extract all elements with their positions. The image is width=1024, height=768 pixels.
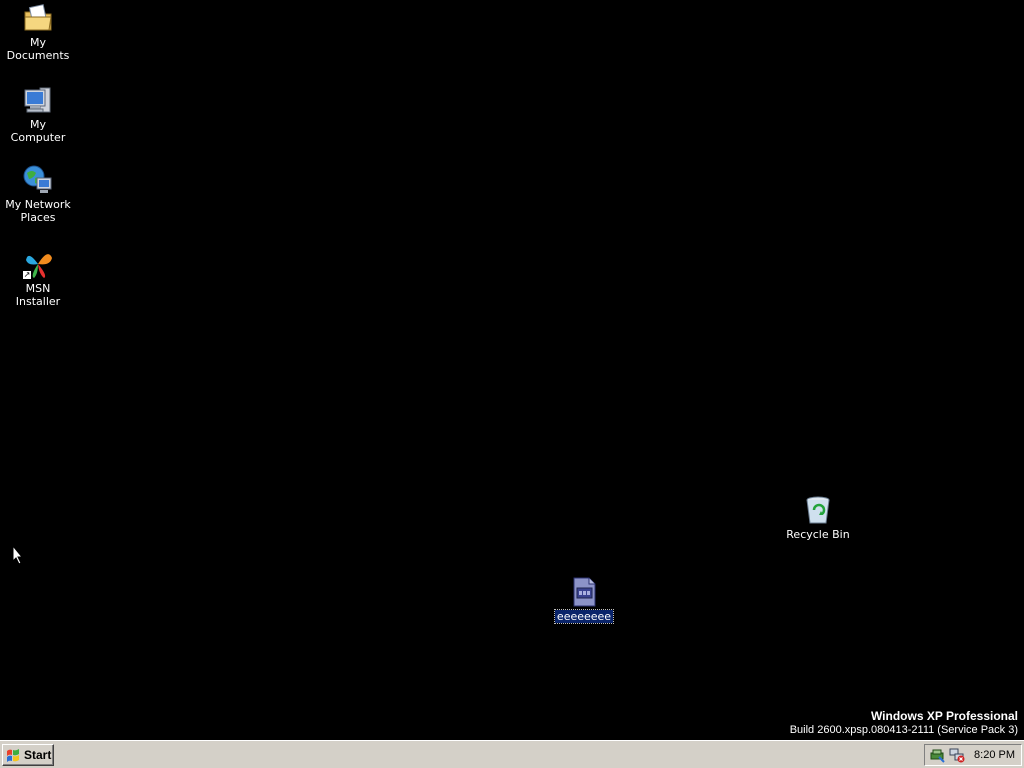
msn-butterfly-icon: ↗	[22, 248, 54, 280]
watermark-title: Windows XP Professional	[870, 709, 1018, 723]
desktop-icon-label: My Network Places	[5, 198, 71, 224]
start-button-label: Start	[24, 748, 52, 762]
network-disconnected-icon[interactable]	[949, 747, 965, 763]
os-version-watermark: Windows XP Professional Build 2600.xpsp.…	[790, 709, 1018, 737]
mouse-pointer-icon	[12, 545, 24, 565]
shortcut-arrow-icon: ↗	[22, 270, 32, 280]
start-button[interactable]: Start	[2, 744, 54, 766]
system-tray: 8:20 PM	[924, 744, 1022, 766]
desktop-icon-label: MSN Installer	[15, 282, 61, 308]
taskbar: Start 8:20 PM	[0, 740, 1024, 768]
my-computer-icon	[22, 84, 54, 116]
desktop-icon-label: eeeeeeee	[553, 609, 615, 624]
my-documents-icon	[22, 2, 54, 34]
desktop-icon-my-network-places[interactable]: My Network Places	[0, 164, 76, 224]
desktop-icon-my-computer[interactable]: My Computer	[0, 84, 76, 144]
watermark-build: Build 2600.xpsp.080413-2111 (Service Pac…	[789, 724, 1018, 736]
windows-flag-icon	[7, 748, 19, 762]
taskbar-clock[interactable]: 8:20 PM	[974, 749, 1015, 761]
safely-remove-hardware-icon[interactable]	[929, 747, 945, 763]
desktop-icon-label: Recycle Bin	[786, 528, 850, 541]
recycle-bin-icon	[802, 494, 834, 526]
script-file-icon	[568, 576, 600, 608]
desktop-icon-label: My Documents	[6, 36, 70, 62]
my-network-places-icon	[22, 164, 54, 196]
desktop[interactable]: My Documents My Computer My Network Plac…	[0, 0, 1024, 740]
desktop-icon-label: My Computer	[10, 118, 66, 144]
desktop-icon-recycle-bin[interactable]: Recycle Bin	[780, 494, 856, 541]
desktop-icon-msn-installer[interactable]: ↗ MSN Installer	[0, 248, 76, 308]
desktop-icon-my-documents[interactable]: My Documents	[0, 2, 76, 62]
desktop-icon-eeeeeeee[interactable]: eeeeeeee	[546, 576, 622, 624]
